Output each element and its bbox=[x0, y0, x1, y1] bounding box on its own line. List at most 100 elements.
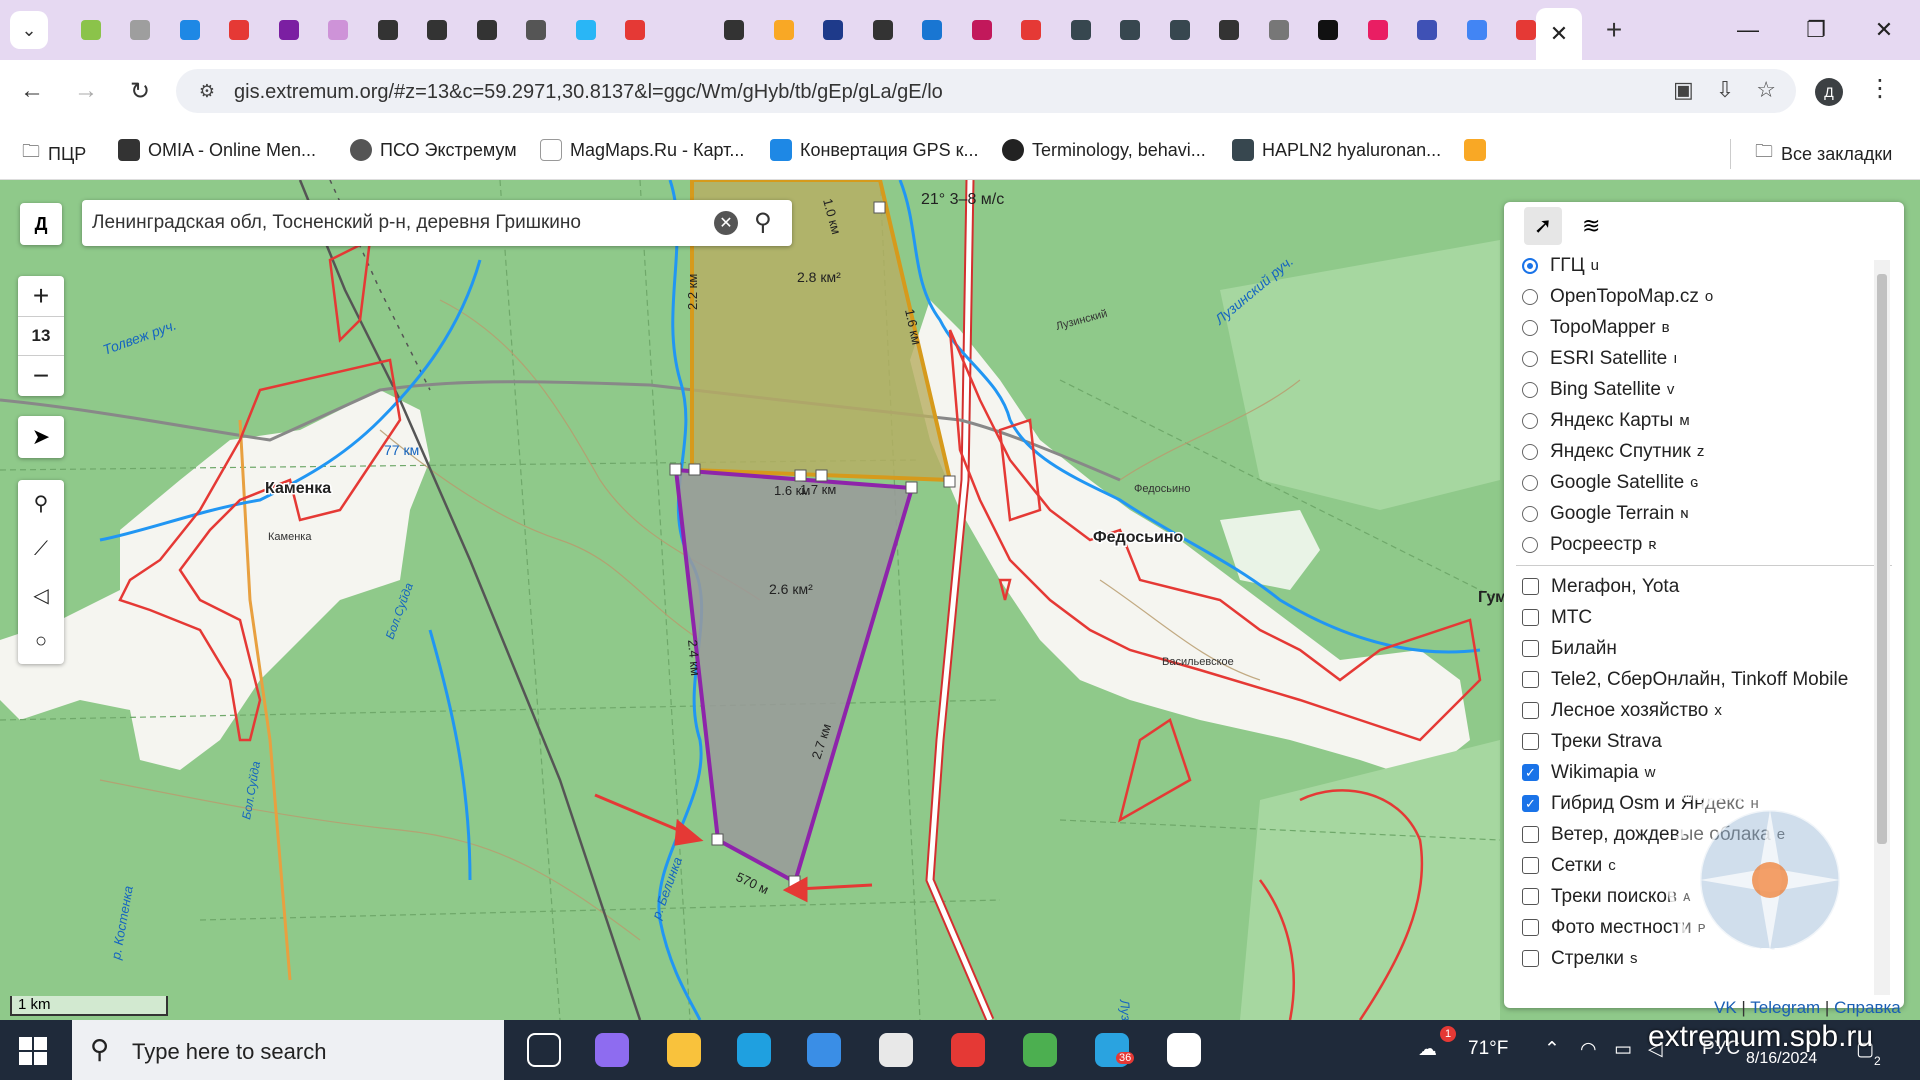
checkbox[interactable] bbox=[1522, 950, 1539, 967]
overlay-layer-option[interactable]: Мегафон, Yota bbox=[1504, 571, 1904, 602]
place-search-input[interactable] bbox=[92, 208, 692, 238]
pinned-tab[interactable] bbox=[215, 12, 265, 48]
browser-menu-icon[interactable]: ⋮ bbox=[1868, 74, 1892, 103]
place-search-box[interactable]: ✕ ⚲ bbox=[82, 200, 792, 246]
vk-link[interactable]: VK bbox=[1714, 998, 1737, 1017]
base-layer-option[interactable]: Росреестр ʀ bbox=[1504, 529, 1904, 560]
checkbox[interactable] bbox=[1522, 640, 1539, 657]
marker-tool-icon[interactable]: ⚲ bbox=[18, 480, 64, 526]
radio-button[interactable] bbox=[1522, 350, 1538, 367]
base-layer-option[interactable]: Bing Satellite v bbox=[1504, 374, 1904, 405]
radio-button[interactable] bbox=[1522, 474, 1538, 491]
weather-cloud-icon[interactable]: ☁ bbox=[1418, 1038, 1437, 1061]
bookmark-item[interactable]: OMIA - Online Men... bbox=[118, 139, 316, 161]
active-tab-close-icon[interactable]: ✕ bbox=[1536, 8, 1582, 60]
base-layer-option[interactable]: ESRI Satellite ı bbox=[1504, 343, 1904, 374]
bookmark-item[interactable]: ПСО Экстремум bbox=[350, 139, 517, 161]
base-layer-option[interactable]: Яндекс Карты м bbox=[1504, 405, 1904, 436]
base-layer-option[interactable]: TopoMapper в bbox=[1504, 312, 1904, 343]
base-layer-option[interactable]: Google Terrain ɴ bbox=[1504, 498, 1904, 529]
line-tool-icon[interactable]: ⟋ bbox=[18, 526, 64, 572]
no-tracking-icon[interactable]: ▣ bbox=[1673, 77, 1694, 103]
radio-button[interactable] bbox=[1522, 443, 1538, 460]
forward-arrow-icon[interactable]: → bbox=[68, 73, 104, 109]
checkbox[interactable]: ✓ bbox=[1522, 764, 1539, 781]
profile-avatar[interactable]: Д bbox=[1815, 78, 1843, 106]
windows-start-icon[interactable] bbox=[18, 1036, 48, 1066]
checkbox[interactable] bbox=[1522, 609, 1539, 626]
monitor-icon[interactable]: ▭ bbox=[1614, 1038, 1632, 1061]
measure-polygon-2[interactable] bbox=[673, 467, 915, 885]
pinned-tab[interactable] bbox=[561, 12, 611, 48]
store-icon[interactable] bbox=[872, 1026, 920, 1074]
pinned-tab[interactable] bbox=[116, 12, 166, 48]
bookmark-item[interactable]: Terminology, behavi... bbox=[1002, 139, 1206, 161]
checkbox[interactable] bbox=[1522, 733, 1539, 750]
close-window-icon[interactable]: ✕ bbox=[1864, 10, 1904, 50]
url-text[interactable]: gis.extremum.org/#z=13&c=59.2971,30.8137… bbox=[234, 81, 943, 104]
pinned-tab[interactable] bbox=[660, 12, 710, 48]
checkbox[interactable] bbox=[1522, 919, 1539, 936]
checkbox[interactable] bbox=[1522, 888, 1539, 905]
pinned-tab[interactable] bbox=[1106, 12, 1156, 48]
tab-search-button[interactable]: ⌄ bbox=[10, 11, 48, 49]
edge-icon[interactable] bbox=[730, 1026, 778, 1074]
help-link[interactable]: Справка bbox=[1834, 998, 1901, 1017]
checkbox[interactable] bbox=[1522, 826, 1539, 843]
tray-chevron-icon[interactable]: ⌃ bbox=[1544, 1038, 1560, 1061]
base-layer-option[interactable]: OpenTopoMap.cz o bbox=[1504, 281, 1904, 312]
pinned-tab[interactable] bbox=[1452, 12, 1502, 48]
bookmark-item[interactable]: Конвертация GPS к... bbox=[770, 139, 978, 161]
checkbox[interactable] bbox=[1522, 702, 1539, 719]
pinned-tab[interactable] bbox=[1254, 12, 1304, 48]
radio-button[interactable] bbox=[1522, 288, 1538, 305]
radio-button[interactable] bbox=[1522, 257, 1538, 274]
polygon-tool-icon[interactable]: ◁ bbox=[18, 572, 64, 618]
yandex-icon[interactable] bbox=[944, 1026, 992, 1074]
taskbar-temp[interactable]: 71°F bbox=[1468, 1038, 1508, 1060]
taskbar-search[interactable]: ⚲ Type here to search bbox=[72, 1020, 504, 1080]
overlay-layer-option[interactable]: Лесное хозяйство x bbox=[1504, 695, 1904, 726]
pinned-tab[interactable] bbox=[462, 12, 512, 48]
checkbox[interactable] bbox=[1522, 671, 1539, 688]
site-logo-button[interactable]: Д bbox=[20, 203, 62, 245]
bookmark-item[interactable] bbox=[1464, 139, 1486, 161]
pinned-tab[interactable] bbox=[1403, 12, 1453, 48]
bookmark-star-icon[interactable]: ☆ bbox=[1756, 77, 1776, 103]
telegram-link[interactable]: Telegram bbox=[1750, 998, 1820, 1017]
radio-button[interactable] bbox=[1522, 381, 1538, 398]
scrollbar-thumb[interactable] bbox=[1877, 274, 1887, 844]
pinned-tab[interactable] bbox=[413, 12, 463, 48]
reload-icon[interactable]: ↻ bbox=[122, 73, 158, 109]
overlay-layer-option[interactable]: МТС bbox=[1504, 602, 1904, 633]
back-arrow-icon[interactable]: ← bbox=[14, 73, 50, 109]
pinned-tab[interactable] bbox=[908, 12, 958, 48]
checkbox[interactable] bbox=[1522, 578, 1539, 595]
base-layer-option[interactable]: Google Satellite ɢ bbox=[1504, 467, 1904, 498]
locate-me-icon[interactable]: ➤ bbox=[18, 416, 64, 458]
maximize-icon[interactable]: ❐ bbox=[1796, 10, 1836, 50]
mail-icon[interactable] bbox=[800, 1026, 848, 1074]
bookmark-item[interactable]: 🗀 ПЦР bbox=[22, 139, 86, 169]
circle-tool-icon[interactable]: ○ bbox=[18, 618, 64, 664]
zoom-in-button[interactable]: + bbox=[18, 276, 64, 316]
layers-stack-icon[interactable]: ≋ bbox=[1582, 213, 1600, 239]
overlay-layer-option[interactable]: Tele2, СберОнлайн, Tinkoff Mobile bbox=[1504, 664, 1904, 695]
radio-button[interactable] bbox=[1522, 412, 1538, 429]
pinned-tab[interactable] bbox=[858, 12, 908, 48]
pinned-tab[interactable] bbox=[957, 12, 1007, 48]
pinned-tab[interactable] bbox=[165, 12, 215, 48]
pinned-tab[interactable] bbox=[1007, 12, 1057, 48]
radio-button[interactable] bbox=[1522, 536, 1538, 553]
base-layer-option[interactable]: ГГЦ u bbox=[1504, 250, 1904, 281]
overlay-layer-option[interactable]: Билайн bbox=[1504, 633, 1904, 664]
checkbox[interactable]: ✓ bbox=[1522, 795, 1539, 812]
wifi-icon[interactable]: ◠ bbox=[1580, 1038, 1597, 1061]
pinned-tab[interactable] bbox=[809, 12, 859, 48]
all-bookmarks-button[interactable]: 🗀 Все закладки bbox=[1730, 139, 1892, 169]
yandex-browser-icon[interactable] bbox=[1160, 1026, 1208, 1074]
telegram-icon[interactable]: 36 bbox=[1088, 1026, 1136, 1074]
alice-icon[interactable] bbox=[588, 1026, 636, 1074]
site-info-icon[interactable]: ⚙ bbox=[194, 78, 220, 104]
base-layer-option[interactable]: Яндекс Спутник z bbox=[1504, 436, 1904, 467]
